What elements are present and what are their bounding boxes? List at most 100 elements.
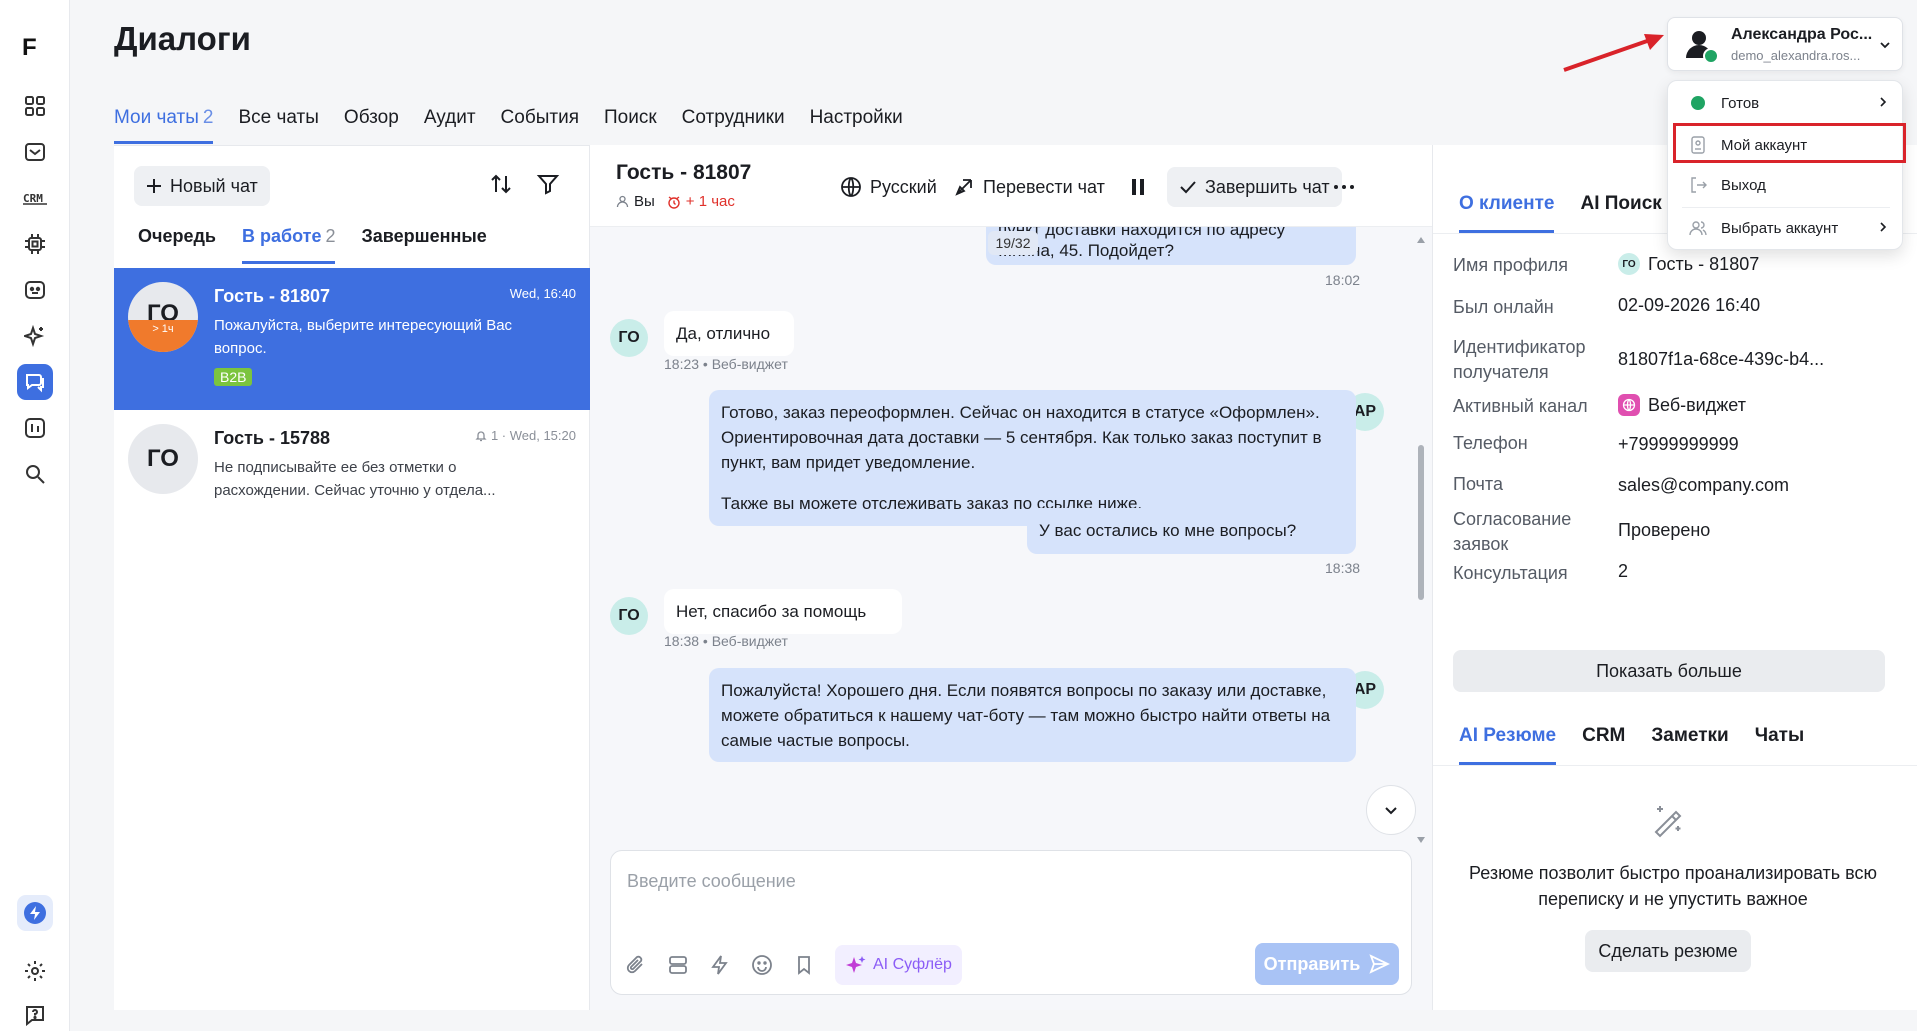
- tab-all-chats[interactable]: Все чаты: [238, 108, 318, 144]
- analytics-icon[interactable]: [17, 410, 53, 446]
- summary-description: Резюме позволит быстро проанализировать …: [1469, 863, 1877, 909]
- lightning-icon[interactable]: [17, 895, 53, 931]
- message-bubble: У вас остались ко мне вопросы?: [1027, 508, 1356, 554]
- chat-name: Гость - 15788: [214, 428, 331, 448]
- subtab-in-progress[interactable]: В работе 2: [241, 226, 335, 264]
- tab-crm[interactable]: CRM: [1582, 725, 1625, 765]
- make-summary-button[interactable]: Сделать резюме: [1585, 930, 1751, 972]
- avatar: ГО: [610, 597, 648, 635]
- pause-icon: [1132, 179, 1144, 195]
- sparkles-icon[interactable]: [17, 318, 53, 354]
- menu-item-switch-account[interactable]: Выбрать аккаунт: [1668, 208, 1904, 248]
- tab-my-chats[interactable]: Мои чаты 2: [114, 108, 214, 144]
- crm-icon[interactable]: CRM: [17, 180, 53, 216]
- translate-chat-button[interactable]: Перевести чат: [953, 167, 1105, 207]
- more-dots-icon: [1334, 185, 1354, 189]
- translate-icon: [955, 179, 972, 196]
- tab-overview[interactable]: Обзор: [344, 108, 399, 144]
- emoji-icon[interactable]: [751, 954, 773, 976]
- search-icon[interactable]: [17, 456, 53, 492]
- tab-ai-search[interactable]: AI Поиск: [1580, 193, 1661, 233]
- attach-icon[interactable]: [625, 954, 647, 976]
- chats-icon[interactable]: [17, 364, 53, 400]
- subtab-completed[interactable]: Завершенные: [361, 226, 486, 264]
- filter-icon[interactable]: [536, 172, 560, 196]
- help-icon[interactable]: [17, 997, 53, 1031]
- dashboard-icon[interactable]: [17, 88, 53, 124]
- tab-chats[interactable]: Чаты: [1755, 725, 1804, 765]
- field-approval: Согласование заявок Проверено: [1453, 509, 1711, 554]
- chat-header: Гость - 81807 Вы + 1 час Русский Перевес…: [590, 145, 1432, 227]
- client-info-panel: О клиенте AI Поиск Имя профиля ГО Гость …: [1432, 145, 1917, 1010]
- page-title: Диалоги: [114, 20, 251, 57]
- avatar: ГО: [1618, 253, 1640, 275]
- user-account-button[interactable]: Александра Рос... demo_alexandra.ros...: [1667, 17, 1903, 71]
- left-rail: F CRM: [0, 0, 70, 1031]
- client-tabs: О клиенте AI Поиск: [1459, 193, 1662, 233]
- message-time: 18:02: [1325, 272, 1361, 288]
- tab-audit[interactable]: Аудит: [424, 108, 476, 144]
- tab-notes[interactable]: Заметки: [1651, 725, 1728, 765]
- bot-icon[interactable]: [17, 272, 53, 308]
- globe-icon: [1618, 394, 1640, 416]
- user-login: demo_alexandra.ros...: [1731, 48, 1861, 63]
- message-composer[interactable]: Введите сообщение AI Суфлёр Отправить: [610, 850, 1412, 995]
- inbox-icon[interactable]: [17, 134, 53, 170]
- tab-ai-summary[interactable]: AI Резюме: [1459, 725, 1557, 765]
- settings-gear-icon[interactable]: [17, 953, 53, 989]
- finish-chat-button[interactable]: Завершить чат: [1167, 167, 1342, 207]
- plus-icon: [146, 178, 162, 194]
- ai-prompter-button[interactable]: AI Суфлёр: [835, 945, 962, 985]
- summary-tabs: AI Резюме CRM Заметки Чаты: [1459, 725, 1804, 765]
- chevron-right-icon: [1876, 220, 1890, 234]
- pause-button[interactable]: [1130, 167, 1146, 207]
- more-options-button[interactable]: [1333, 167, 1355, 207]
- subtab-queue[interactable]: Очередь: [138, 226, 216, 264]
- chat-time: 1 · Wed, 15:20: [475, 428, 576, 443]
- alarm-icon: [668, 195, 680, 209]
- avatar: ГО: [128, 424, 198, 494]
- red-arrow-annotation: [1560, 30, 1670, 75]
- tab-search[interactable]: Поиск: [604, 108, 657, 144]
- chip-icon[interactable]: [17, 226, 53, 262]
- scrollbar[interactable]: [1416, 235, 1426, 845]
- tab-events[interactable]: События: [501, 108, 579, 144]
- tab-settings[interactable]: Настройки: [810, 108, 903, 144]
- send-button[interactable]: Отправить: [1255, 943, 1399, 985]
- message-time: 18:38: [1325, 560, 1361, 576]
- svg-text:CRM: CRM: [23, 192, 43, 205]
- lightning-icon[interactable]: [709, 954, 731, 976]
- globe-icon: [841, 177, 861, 197]
- templates-icon[interactable]: [667, 954, 689, 976]
- bell-icon: [475, 430, 487, 442]
- online-status-icon: [1688, 93, 1708, 113]
- scroll-down-button[interactable]: [1366, 785, 1416, 835]
- show-more-button[interactable]: Показать больше: [1453, 650, 1885, 692]
- top-tabs: Мои чаты 2 Все чаты Обзор Аудит События П…: [114, 108, 903, 144]
- bookmark-icon[interactable]: [793, 954, 815, 976]
- menu-item-ready[interactable]: Готов: [1668, 83, 1904, 123]
- message-bubble: пункт доставки находится по адресу ...ни…: [986, 227, 1356, 265]
- tab-employees[interactable]: Сотрудники: [682, 108, 785, 144]
- sort-icon[interactable]: [489, 172, 513, 196]
- field-recipient-id: Идентификатор получателя 81807f1a-68ce-4…: [1453, 337, 1825, 382]
- chat-list-panel: Новый чат Очередь В работе 2 Завершенные …: [114, 145, 590, 1010]
- send-icon: [1369, 954, 1391, 974]
- message-input[interactable]: Введите сообщение: [627, 871, 796, 892]
- chevron-down-icon: [1878, 38, 1892, 52]
- chat-name: Гость - 81807: [214, 286, 331, 306]
- tab-about-client[interactable]: О клиенте: [1459, 193, 1555, 233]
- user-name: Александра Рос...: [1731, 26, 1873, 43]
- language-button[interactable]: Русский: [840, 167, 937, 207]
- user-avatar-icon: [1682, 26, 1722, 66]
- assignee: Вы: [616, 193, 655, 210]
- chat-subtitle: Вы + 1 час: [616, 193, 735, 210]
- new-chat-button[interactable]: Новый чат: [134, 166, 270, 206]
- chat-list-item[interactable]: ГО Гость - 15788 1 · Wed, 15:20 Не подпи…: [114, 410, 590, 552]
- chat-panel: Гость - 81807 Вы + 1 час Русский Перевес…: [590, 145, 1432, 1010]
- check-icon: [1180, 181, 1196, 194]
- message-counter: 19/32: [988, 231, 1038, 255]
- chat-list-item[interactable]: ГО > 1ч Гость - 81807 Wed, 16:40 Пожалуй…: [114, 268, 590, 410]
- users-icon: [1688, 218, 1708, 238]
- menu-item-logout[interactable]: Выход: [1668, 165, 1904, 205]
